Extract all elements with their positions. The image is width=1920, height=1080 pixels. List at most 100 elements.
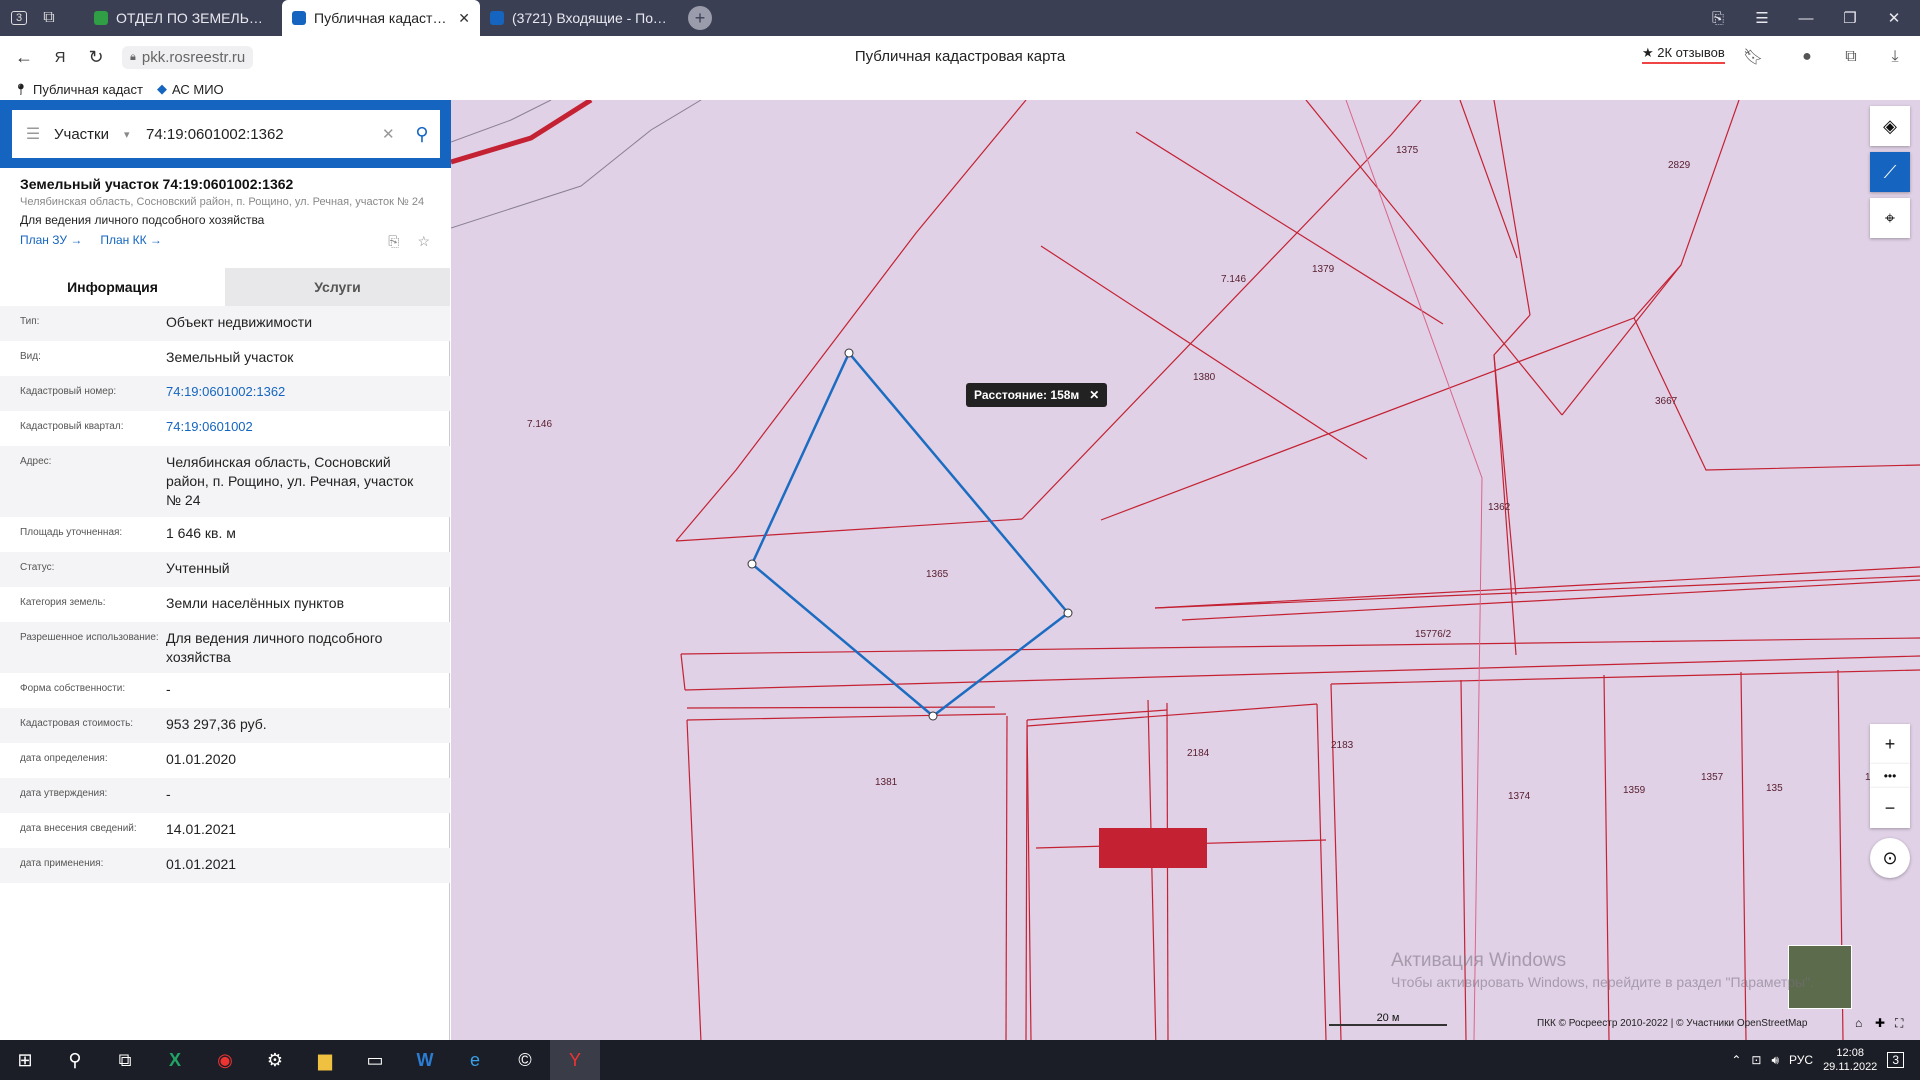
plan-kk-link[interactable]: План КК → [100,233,162,250]
reload-icon[interactable]: ↻ [78,39,114,75]
app-gear-icon[interactable]: ⚙ [250,1040,300,1080]
close-tab-icon[interactable]: ✕ [458,10,470,27]
tab-land-department[interactable]: ОТДЕЛ ПО ЗЕМЕЛЬНЫМ [84,0,282,36]
tab-services[interactable]: Услуги [225,268,450,306]
fullscreen-icon[interactable]: ⛶ [1895,1016,1903,1031]
category-select[interactable]: Участки [54,126,124,143]
layers-button[interactable]: ◈ [1870,106,1910,146]
measure-vertex[interactable] [747,559,757,569]
tab-label: (3721) Входящие - Почта [512,10,668,26]
plan-zu-link[interactable]: План ЗУ → [20,233,82,250]
parcel-label[interactable]: 1362 [1488,502,1511,513]
excel-icon[interactable]: X [150,1040,200,1080]
home-icon[interactable]: ⌂ [1855,1016,1862,1030]
close-icon[interactable]: ✕ [1089,388,1099,402]
measure-vertex[interactable] [928,711,938,721]
parcel-label[interactable]: 3667 [1655,396,1678,407]
search-input[interactable]: 74:19:0601002:1362 [146,126,382,143]
yandex-browser-icon[interactable]: Y [550,1040,600,1080]
measure-vertex[interactable] [1063,608,1073,618]
parcel-label[interactable]: 1380 [1193,372,1216,383]
start-icon[interactable]: ⊞ [0,1040,50,1080]
parcel-label[interactable]: 2184 [1187,748,1210,759]
bookmarks-panel-icon[interactable]: ⎘ [1696,0,1740,36]
object-use: Для ведения личного подсобного хозяйства [20,213,265,227]
more-button[interactable]: ••• [1870,764,1910,788]
extension-icon[interactable]: ● [1794,44,1820,70]
star-icon[interactable]: ☆ [417,233,430,250]
language-indicator[interactable]: РУС [1789,1053,1813,1067]
parcel-label[interactable]: 1381 [875,777,898,788]
parcel-label[interactable]: 15776/2 [1415,629,1452,640]
app-c-icon[interactable]: © [500,1040,550,1080]
measure-vertex[interactable] [844,348,854,358]
back-icon[interactable]: ← [6,39,42,75]
info-row-label: дата внесения сведений: [20,823,137,835]
yandex-icon[interactable]: Я [42,39,78,75]
info-row-label: Кадастровый квартал: [20,421,124,432]
hamburger-icon[interactable]: ☰ [12,124,54,144]
tab-mail-inbox[interactable]: (3721) Входящие - Почта [480,0,678,36]
measurement-polygon[interactable] [750,350,1070,718]
bookmark-cadastral-map[interactable]: 📍︎ Публичная кадаст [14,82,143,97]
download-icon[interactable]: ⤓ [1882,44,1908,70]
url-field[interactable]: 🔒︎ pkk.rosreestr.ru [122,45,254,69]
parcel-label[interactable]: 1375 [1396,145,1419,156]
tray-expand-icon[interactable]: ⌃ [1731,1053,1741,1067]
app-red-icon[interactable]: ◉ [200,1040,250,1080]
parcel-label[interactable]: 2829 [1668,160,1691,171]
parcel-label[interactable]: 7.146 [527,419,552,430]
menu-icon[interactable]: ☰ [1740,0,1784,36]
tab-cadastral-map[interactable]: Публичная кадастрова ✕ [282,0,480,36]
compass-button[interactable]: ⊙ [1870,838,1910,878]
pin-icon[interactable]: ✚ [1875,1016,1885,1030]
file-explorer-icon[interactable]: ▆ [300,1040,350,1080]
parcel-label[interactable]: 7.146 [1221,274,1246,285]
parcel-label[interactable]: 135 [1766,783,1783,794]
word-icon[interactable]: W [400,1040,450,1080]
map-canvas[interactable]: 1375 2829 7.146 1379 1380 3667 7.146 136… [451,100,1920,1040]
locate-button[interactable]: ⌖ [1870,198,1910,238]
collections-icon[interactable]: ⧉ [34,4,64,32]
parcel-label[interactable]: 2183 [1331,740,1354,751]
tab-information[interactable]: Информация [0,268,225,306]
search-icon[interactable]: ⚲ [50,1040,100,1080]
zoom-out-button[interactable]: − [1870,788,1910,828]
document-search-icon[interactable]: ⎘ [388,233,399,250]
bookmark-icon[interactable]: 🔖︎ [1740,44,1766,70]
volume-icon[interactable]: 🔊︎ [1771,1053,1779,1068]
info-row-label: Форма собственности: [20,683,126,695]
info-row-label: Категория земель: [20,596,106,608]
parcel-label[interactable]: 1357 [1701,772,1724,783]
reviews-link[interactable]: ★ 2К отзывов [1642,45,1725,64]
tab-counter-icon[interactable]: 3 [4,4,34,32]
network-icon[interactable]: ⊡ [1751,1053,1761,1067]
parcel-label[interactable]: 1374 [1508,791,1531,802]
task-view-icon[interactable]: ⧉ [100,1040,150,1080]
collections-icon[interactable]: ⧉ [1838,44,1864,70]
chevron-down-icon[interactable]: ▾ [124,128,146,141]
restore-icon[interactable]: ❐ [1828,0,1872,36]
parcel-label[interactable]: 1379 [1312,264,1335,275]
info-row-label: дата определения: [20,753,108,765]
clock[interactable]: 12:08 29.11.2022 [1823,1046,1877,1075]
minimize-icon[interactable]: — [1784,0,1828,36]
info-row-value[interactable]: 74:19:0601002 [166,418,430,436]
close-window-icon[interactable]: ✕ [1872,0,1916,36]
terminal-icon[interactable]: ▭ [350,1040,400,1080]
new-tab-button[interactable]: + [688,6,712,30]
info-row-label: Разрешенное использование: [20,631,159,643]
notifications-icon[interactable]: 3 [1887,1052,1904,1068]
tab-counter: 3 [10,11,28,25]
clear-icon[interactable]: ✕ [382,125,404,143]
info-row-value[interactable]: 74:19:0601002:1362 [166,383,430,401]
info-row: Тип: Объект недвижимости [0,306,450,341]
ie-icon[interactable]: e [450,1040,500,1080]
bookmark-as-mio[interactable]: ◆ АС МИО [157,81,224,97]
search-icon[interactable]: ⚲ [404,124,440,145]
cadastral-map[interactable]: 1375 2829 7.146 1379 1380 3667 7.146 136… [451,100,1920,1040]
parcel-label[interactable]: 1359 [1623,785,1646,796]
zoom-in-button[interactable]: + [1870,724,1910,764]
measure-tool-button[interactable]: ⟋ [1870,152,1910,192]
parcel-label[interactable]: 1365 [926,569,949,580]
